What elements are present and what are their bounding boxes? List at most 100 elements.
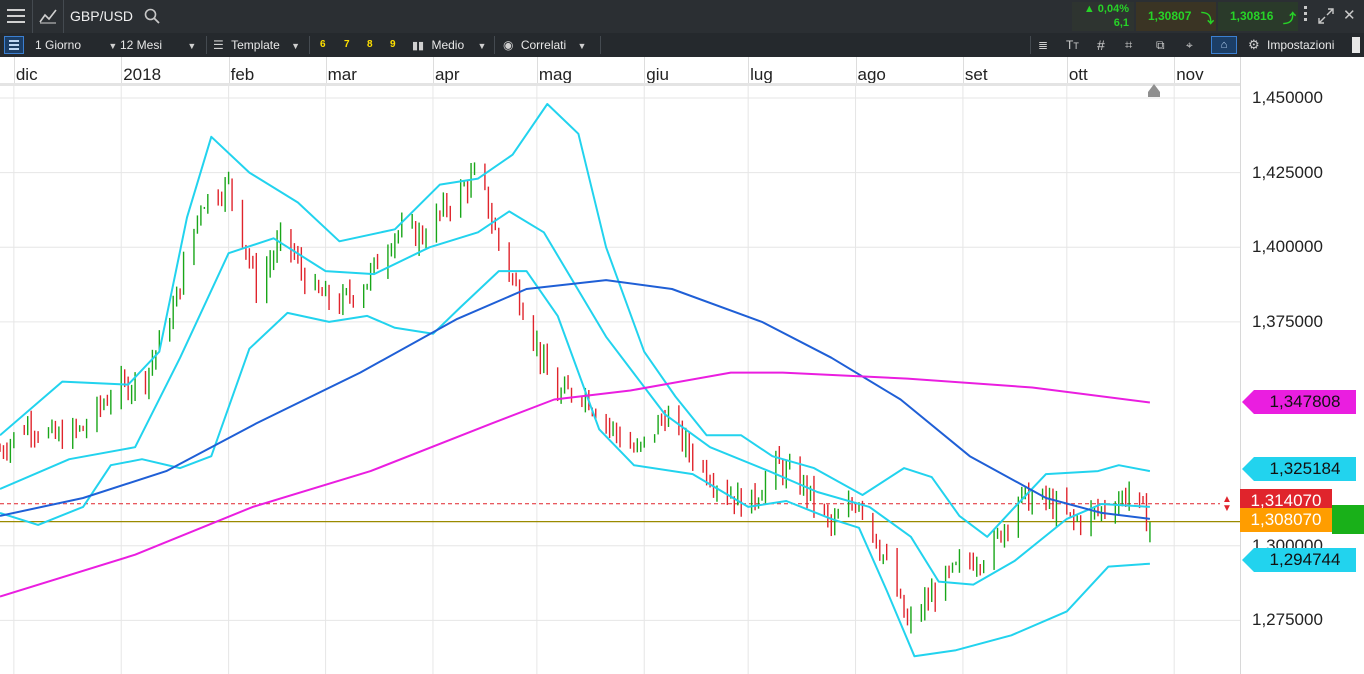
price-axis-tick-label: 1,275000 — [1252, 610, 1323, 630]
time-axis-tick — [855, 57, 857, 85]
crosshair-icon[interactable]: ⌖ — [1186, 33, 1193, 57]
bar-chart-icon: ▮▮ — [412, 40, 425, 52]
time-axis-label: feb — [230, 65, 255, 84]
search-icon[interactable] — [144, 8, 160, 24]
hotkey-9[interactable]: 9 — [390, 33, 396, 57]
correlated-label: Correlati — [520, 38, 567, 52]
time-axis-tick — [325, 57, 327, 85]
panel-toggle-icon[interactable] — [4, 36, 24, 54]
time-axis-label: ott — [1068, 65, 1088, 84]
time-axis-label: lug — [750, 65, 773, 84]
chart-type-icon[interactable] — [39, 8, 57, 24]
time-axis-tick — [962, 57, 964, 85]
price-label-bollinger-lower-last: 1,294744 — [1242, 548, 1356, 572]
price-label-value: 1,294744 — [1269, 550, 1341, 569]
eye-icon: ◉ — [503, 38, 514, 52]
price-label-bollinger-upper-last: 1,325184 — [1242, 457, 1356, 481]
hotkey-8[interactable]: 8 — [367, 33, 373, 57]
chevron-down-icon: ▼ — [108, 41, 118, 51]
correlated-select[interactable]: ◉ Correlati ▼ — [503, 33, 586, 57]
label-tag-icon[interactable]: ⌂ — [1211, 36, 1237, 54]
template-select[interactable]: ☰ Template ▼ — [213, 33, 300, 57]
price-label-value: 1,325184 — [1269, 459, 1341, 478]
chevron-down-icon: ▼ — [577, 41, 587, 51]
price-label-current-price: 1,308070 — [1240, 508, 1332, 532]
price-label-value: 1,347808 — [1269, 392, 1341, 411]
sell-price-button[interactable]: 1,30807 ⤵ — [1136, 2, 1216, 31]
time-axis-label: set — [964, 65, 988, 84]
time-axis-label: mag — [538, 65, 572, 84]
settings-label: Impostazioni — [1267, 38, 1335, 52]
symbol-name[interactable]: GBP/USD — [70, 8, 133, 24]
buy-price-button[interactable]: 1,30816 ⤴ — [1218, 2, 1298, 31]
list-icon[interactable]: ≣ — [1038, 33, 1048, 57]
chevron-down-icon: ▼ — [477, 41, 487, 51]
windows-icon[interactable]: ⧉ — [1156, 33, 1165, 57]
price-axis-tick-label: 1,450000 — [1252, 88, 1323, 107]
price-axis-tick-label: 1,375000 — [1252, 311, 1323, 331]
price-axis-tick-label: 1,400000 — [1252, 237, 1323, 257]
time-axis-label: nov — [1176, 65, 1204, 84]
time-axis-tick — [644, 57, 646, 85]
up-arrow-icon: ▲ — [1083, 3, 1095, 15]
time-axis-label: 2018 — [123, 65, 162, 84]
hotkey-6[interactable]: 6 — [320, 33, 326, 57]
time-axis-label: dic — [15, 65, 38, 84]
price-levels — [0, 503, 1240, 523]
timeframe-label: 1 Giorno — [35, 38, 82, 52]
crosshair-grid-icon[interactable]: ⌗ — [1125, 33, 1132, 57]
top-bar: GBP/USD ▲ 0,04% 6,1 1,30807 ⤵ 1,30816 ⤴ … — [0, 0, 1364, 33]
indicator-select[interactable]: ▮▮ Medio ▼ — [412, 33, 486, 57]
scroll-marker-base — [1147, 92, 1160, 97]
time-axis-label: mar — [327, 65, 357, 84]
change-percent: 0,04% — [1097, 3, 1129, 15]
range-select[interactable]: 12 Mesi ▼ — [120, 33, 196, 57]
chart-toolbar: 1 Giorno ▼ 12 Mesi ▼ ☰ Template ▼ 6 7 8 … — [0, 33, 1364, 57]
price-label-pointer — [1242, 548, 1254, 572]
price-axis: 1,450000 1,425000 1,400000 1,375000 1,300000… — [1240, 57, 1364, 674]
scroll-marker-icon[interactable] — [1147, 84, 1160, 92]
grid-icon[interactable]: # — [1097, 33, 1105, 57]
time-axis-tick — [432, 57, 434, 85]
template-icon: ☰ — [213, 38, 224, 52]
time-axis-tick — [1066, 57, 1068, 85]
time-axis-tick — [228, 57, 230, 85]
chevron-down-icon: ▼ — [291, 41, 301, 51]
current-price-side-marker — [1332, 505, 1364, 534]
menu-icon[interactable] — [7, 9, 25, 23]
price-label-pointer — [1242, 457, 1254, 481]
toolbar-scroll[interactable] — [1352, 37, 1360, 53]
indicator-label: Medio — [431, 38, 465, 52]
expand-icon[interactable] — [1318, 8, 1334, 24]
time-axis-tick — [536, 57, 538, 85]
text-size-icon[interactable]: TT — [1066, 33, 1079, 57]
price-axis-border — [1240, 57, 1241, 674]
time-axis-tick — [748, 57, 750, 85]
hotkey-7[interactable]: 7 — [344, 33, 350, 57]
time-axis: dic 2018 feb mar apr mag giu lug ago set ott nov — [0, 57, 1364, 86]
ask-price: 1,30816 — [1230, 9, 1274, 23]
time-axis-label: ago — [857, 65, 886, 84]
more-options-icon[interactable] — [1303, 6, 1309, 24]
price-axis-tick-label: 1,425000 — [1252, 162, 1323, 182]
time-axis-tick — [121, 57, 123, 85]
price-chart[interactable] — [0, 0, 1364, 674]
change-points: 6,1 — [1113, 17, 1129, 29]
time-axis-label: apr — [434, 65, 460, 84]
range-label: 12 Mesi — [120, 38, 163, 52]
time-axis-tick — [1174, 57, 1176, 85]
level-drag-icon[interactable]: ▲ ▼ — [1222, 494, 1232, 513]
up-trend-icon: ⤴ — [1283, 11, 1297, 26]
close-icon[interactable]: ✕ — [1343, 6, 1356, 24]
chart-grid — [0, 86, 1240, 674]
price-label-ma-slow-last: 1,347808 — [1242, 390, 1356, 414]
template-label: Template — [231, 38, 280, 52]
timeframe-select[interactable]: 1 Giorno ▼ — [35, 33, 117, 57]
time-axis-label: giu — [646, 65, 669, 84]
price-label-pointer — [1242, 390, 1254, 414]
time-axis-tick — [13, 57, 15, 85]
settings-button[interactable]: ⚙ Impostazioni — [1248, 33, 1334, 57]
price-label-value: 1,308070 — [1250, 510, 1322, 529]
change-box: ▲ 0,04% 6,1 — [1072, 2, 1134, 31]
gear-icon: ⚙ — [1248, 37, 1260, 52]
